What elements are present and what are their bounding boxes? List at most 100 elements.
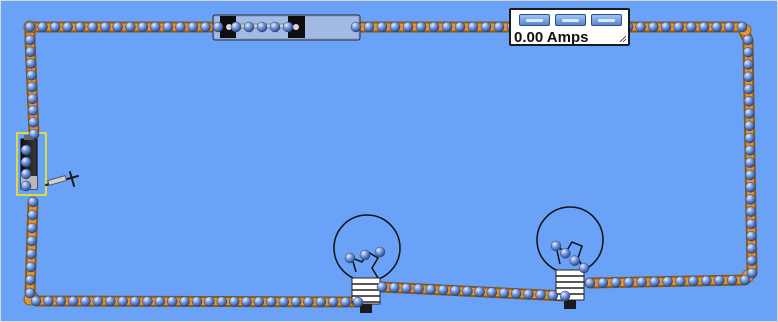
electron xyxy=(228,296,240,307)
electron xyxy=(117,296,128,307)
electron xyxy=(55,295,67,307)
electron xyxy=(374,246,386,258)
electron xyxy=(569,255,580,266)
electron xyxy=(253,296,265,307)
electron xyxy=(26,248,37,260)
electron xyxy=(462,285,473,297)
electron xyxy=(376,21,388,33)
electron xyxy=(662,276,673,287)
ammeter-readout: 0.00 Amps xyxy=(514,29,589,46)
electron xyxy=(166,296,178,307)
electron xyxy=(200,21,211,33)
electron xyxy=(344,252,356,264)
electron xyxy=(744,108,755,119)
electron xyxy=(129,296,141,307)
electron xyxy=(24,21,36,33)
ammeter-drag-handle-right[interactable] xyxy=(591,14,622,26)
electron xyxy=(454,21,466,33)
electron xyxy=(80,295,91,307)
electron xyxy=(635,21,646,33)
electron xyxy=(28,128,40,140)
electron xyxy=(74,21,86,33)
electron xyxy=(359,249,371,261)
electron xyxy=(402,21,414,33)
electron xyxy=(389,21,401,33)
electron xyxy=(467,21,479,33)
electron xyxy=(290,296,302,308)
electron xyxy=(713,275,725,286)
electron xyxy=(105,295,116,307)
electron xyxy=(660,21,672,33)
electron xyxy=(241,296,252,307)
electron xyxy=(425,284,437,295)
electron xyxy=(401,282,412,294)
electron xyxy=(745,206,757,217)
electron xyxy=(212,21,224,33)
electron xyxy=(230,21,242,33)
electron xyxy=(746,230,757,242)
electron xyxy=(137,21,149,33)
electron xyxy=(24,287,36,299)
electron xyxy=(560,248,571,259)
electron xyxy=(67,295,79,307)
electron xyxy=(743,71,754,83)
ammeter[interactable]: 0.00 Amps xyxy=(509,8,630,46)
resize-grip-icon[interactable] xyxy=(620,36,626,42)
electron xyxy=(523,288,534,300)
electron xyxy=(187,21,199,33)
electron xyxy=(266,296,277,307)
electron xyxy=(27,209,38,221)
electron xyxy=(649,276,660,288)
electron xyxy=(578,262,590,274)
electron xyxy=(20,144,32,156)
electron xyxy=(584,277,596,289)
electron xyxy=(24,34,36,46)
ammeter-drag-handle-middle[interactable] xyxy=(555,14,586,26)
electron xyxy=(204,296,215,307)
electron xyxy=(746,243,757,254)
electron xyxy=(20,168,32,180)
electron xyxy=(559,290,571,302)
electron xyxy=(535,289,546,301)
electron xyxy=(125,21,136,33)
electron xyxy=(191,296,203,307)
electron xyxy=(743,59,754,70)
electron xyxy=(675,276,686,287)
electron xyxy=(736,21,748,33)
electron xyxy=(498,287,510,299)
electron xyxy=(428,21,440,33)
electron xyxy=(610,277,622,288)
electron xyxy=(20,156,32,168)
electron xyxy=(724,21,735,33)
electron xyxy=(112,21,123,33)
electron xyxy=(256,21,268,33)
electron xyxy=(388,282,400,293)
electron xyxy=(20,180,32,192)
electron xyxy=(43,295,54,307)
electron xyxy=(327,296,339,308)
electron xyxy=(154,296,166,307)
electron xyxy=(175,21,186,33)
electron xyxy=(49,21,61,33)
electron xyxy=(745,218,757,230)
electron xyxy=(648,21,659,33)
electron xyxy=(550,240,562,252)
electron xyxy=(26,81,38,93)
electron xyxy=(25,274,36,286)
electron xyxy=(711,21,722,33)
electron xyxy=(142,296,153,307)
electron xyxy=(27,105,39,116)
circuit-canvas[interactable] xyxy=(0,0,778,322)
electron xyxy=(27,93,38,105)
electron xyxy=(27,196,39,208)
electron xyxy=(99,21,111,33)
electron xyxy=(28,117,39,128)
electron xyxy=(340,296,351,308)
electron xyxy=(363,21,375,33)
electron xyxy=(745,169,756,181)
electron xyxy=(510,288,522,299)
electron xyxy=(303,296,314,308)
electron xyxy=(688,275,699,287)
electron xyxy=(150,21,161,33)
ammeter-drag-handle-left[interactable] xyxy=(519,14,550,26)
